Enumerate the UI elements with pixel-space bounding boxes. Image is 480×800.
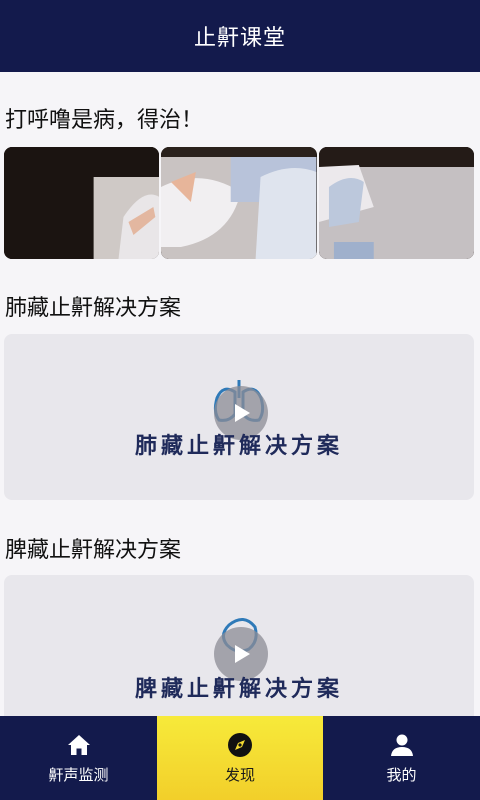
section-title-lung: 肺藏止鼾解决方案: [5, 296, 182, 321]
banner-image-1: [4, 147, 160, 259]
play-icon: [235, 645, 250, 663]
card-title: 肺藏止鼾解决方案: [134, 434, 343, 459]
tab-discover[interactable]: 发现: [157, 716, 323, 800]
home-icon: [67, 734, 90, 755]
main-content[interactable]: 打呼噜是病，得治！ 肺藏止鼾解决方案 肺藏止鼾解决方案 脾藏止鼾解决方案 脾藏止…: [0, 72, 480, 716]
snoring-banner[interactable]: [4, 147, 474, 259]
person-icon: [390, 734, 413, 756]
play-icon: [235, 404, 250, 422]
spleen-video-card[interactable]: 脾藏止鼾解决方案: [4, 575, 474, 716]
tab-label: 鼾声监测: [48, 765, 109, 784]
tab-snore-monitor[interactable]: 鼾声监测: [0, 716, 157, 800]
tab-mine[interactable]: 我的: [323, 716, 480, 800]
tab-label: 我的: [386, 765, 417, 784]
banner-image-2: [161, 147, 317, 259]
card-title: 脾藏止鼾解决方案: [134, 677, 343, 702]
compass-icon: [228, 732, 252, 757]
page-title: 止鼾课堂: [193, 26, 286, 51]
lung-video-card[interactable]: 肺藏止鼾解决方案: [4, 334, 474, 500]
tab-label: 发现: [224, 765, 255, 784]
bottom-tab-bar: 鼾声监测 发现 我的: [0, 716, 480, 800]
banner-image-3: [318, 147, 474, 259]
app-header: 止鼾课堂: [0, 0, 480, 72]
section-title-spleen: 脾藏止鼾解决方案: [5, 538, 182, 563]
section-title-snoring: 打呼噜是病，得治！: [5, 108, 204, 133]
